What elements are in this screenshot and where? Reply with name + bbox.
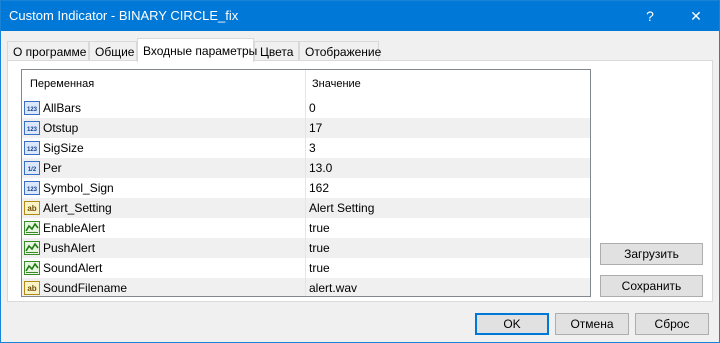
title-bar: Custom Indicator - BINARY CIRCLE_fix ? ✕ [1,1,719,31]
variable-value[interactable]: Alert Setting [309,201,374,215]
int-type-icon: 123 [24,180,40,196]
variable-value[interactable]: alert.wav [309,281,357,295]
svg-text:123: 123 [27,147,38,153]
variable-name: AllBars [43,101,82,115]
grid-header: Переменная Значение [22,70,590,98]
table-row[interactable]: PushAlert true [22,238,590,258]
variable-value[interactable]: 0 [309,101,316,115]
ok-button[interactable]: OK [475,313,549,335]
int-type-icon: 123 [24,100,40,116]
cell-separator [305,178,306,198]
variable-value[interactable]: true [309,261,330,275]
int-type-icon: 123 [24,120,40,136]
cell-separator [305,138,306,158]
int-type-icon: 123 [24,140,40,156]
variable-name: SigSize [43,141,84,155]
cell-separator [305,98,306,118]
svg-text:123: 123 [27,107,38,113]
variable-name: PushAlert [43,241,96,255]
tab-about[interactable]: О программе [7,41,89,61]
help-button[interactable]: ? [627,1,673,31]
table-row[interactable]: 1/2 Per 13.0 [22,158,590,178]
column-header-variable[interactable]: Переменная [30,78,94,90]
table-row[interactable]: 123 Symbol_Sign 162 [22,178,590,198]
table-row[interactable]: 123 AllBars 0 [22,98,590,118]
bool-type-icon [24,220,40,236]
variable-name: SoundAlert [43,261,103,275]
cell-separator [305,278,306,296]
table-row[interactable]: SoundAlert true [22,258,590,278]
svg-text:123: 123 [27,127,38,133]
svg-text:1/2: 1/2 [28,167,37,173]
double-type-icon: 1/2 [24,160,40,176]
cell-separator [305,238,306,258]
variable-value[interactable]: 3 [309,141,316,155]
tab-common[interactable]: Общие [89,41,137,61]
cell-separator [305,258,306,278]
tab-display[interactable]: Отображение [299,41,381,61]
variable-name: Alert_Setting [43,201,112,215]
load-button[interactable]: Загрузить [600,243,703,265]
cancel-button[interactable]: Отмена [555,313,629,335]
tab-inputs[interactable]: Входные параметры [137,38,257,62]
window-title: Custom Indicator - BINARY CIRCLE_fix [9,8,239,23]
dialog-window: Custom Indicator - BINARY CIRCLE_fix ? ✕… [0,0,720,343]
variable-name: SoundFilename [43,281,128,295]
column-header-value[interactable]: Значение [312,78,361,90]
cell-separator [305,158,306,178]
svg-text:123: 123 [27,187,38,193]
reset-button[interactable]: Сброс [635,313,709,335]
tab-strip: О программе Общие Входные параметры Цвет… [7,38,713,62]
tab-colors[interactable]: Цвета [254,41,299,61]
variable-value[interactable]: 17 [309,121,322,135]
table-row[interactable]: ab Alert_Setting Alert Setting [22,198,590,218]
string-type-icon: ab [24,280,40,296]
table-row[interactable]: ab SoundFilename alert.wav [22,278,590,296]
bool-type-icon [24,260,40,276]
tab-panel: Переменная Значение 123 AllBars 0 123 Otstup… [7,60,713,302]
variable-name: Otstup [43,121,79,135]
column-separator[interactable] [305,70,306,98]
svg-text:ab: ab [27,204,36,213]
cell-separator [305,218,306,238]
variable-value[interactable]: 13.0 [309,161,332,175]
variable-value[interactable]: true [309,241,330,255]
svg-text:ab: ab [27,284,36,293]
string-type-icon: ab [24,200,40,216]
table-row[interactable]: 123 SigSize 3 [22,138,590,158]
variable-value[interactable]: true [309,221,330,235]
cell-separator [305,118,306,138]
variable-value[interactable]: 162 [309,181,329,195]
bool-type-icon [24,240,40,256]
table-row[interactable]: 123 Otstup 17 [22,118,590,138]
variable-name: Per [43,161,62,175]
variable-name: EnableAlert [43,221,106,235]
cell-separator [305,198,306,218]
parameters-grid: Переменная Значение 123 AllBars 0 123 Otstup… [21,69,591,297]
table-row[interactable]: EnableAlert true [22,218,590,238]
save-button[interactable]: Сохранить [600,275,703,297]
variable-name: Symbol_Sign [43,181,114,195]
close-button[interactable]: ✕ [673,1,719,31]
